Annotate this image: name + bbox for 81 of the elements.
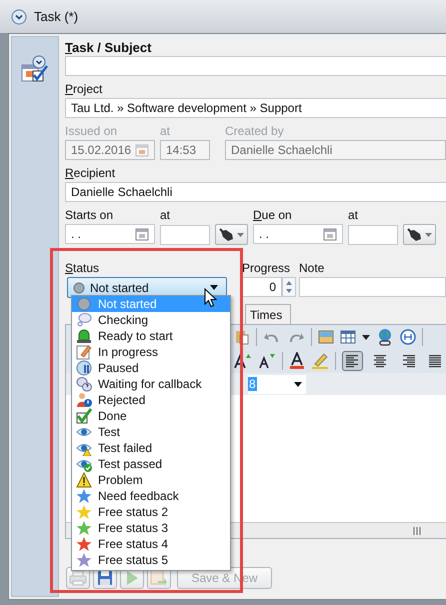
highlighter-icon[interactable]: [310, 352, 329, 370]
caret-icon: [210, 285, 218, 290]
field-label: Starts on: [65, 208, 114, 223]
spin-button[interactable]: [282, 277, 296, 297]
image-icon[interactable]: [318, 329, 334, 345]
circle-icon: [73, 282, 85, 294]
caret-icon: [294, 382, 302, 386]
shrink-font-icon[interactable]: [258, 353, 276, 369]
status-option[interactable]: Need feedback: [72, 488, 230, 504]
person-icon: [76, 392, 92, 408]
pause-icon: [76, 360, 92, 376]
subject-field[interactable]: [65, 56, 446, 76]
field-label: Issued on: [65, 124, 118, 139]
grow-font-icon[interactable]: [234, 353, 252, 369]
project-field[interactable]: Tau Ltd. » Software development » Support: [65, 98, 446, 118]
align-icon: [372, 354, 388, 368]
field-label: Due on: [253, 208, 293, 223]
warning-icon: [76, 472, 92, 488]
status-option[interactable]: Problem: [72, 472, 230, 488]
caret-icon: [425, 232, 432, 236]
status-option[interactable]: Free status 5: [72, 552, 230, 568]
printer-icon: [69, 570, 87, 586]
align-icon: [400, 354, 416, 368]
recipient-field[interactable]: Danielle Schaelchli: [65, 182, 446, 202]
caret-icon[interactable]: [362, 334, 370, 340]
field-label: at: [160, 124, 172, 139]
status-option[interactable]: Test failed: [72, 440, 230, 456]
speech-bubble-icon: [76, 312, 92, 328]
pointer-dropdown-button[interactable]: [215, 224, 248, 245]
pointer-dropdown-button[interactable]: [403, 224, 436, 245]
date-field[interactable]: . .: [253, 224, 343, 244]
progress-field[interactable]: 0: [242, 277, 282, 297]
star-icon: [76, 552, 92, 568]
status-option[interactable]: Paused: [72, 360, 230, 376]
field-label: Note: [299, 261, 326, 276]
field-label: Task / Subject: [65, 40, 152, 55]
caret-icon: [237, 232, 244, 236]
app-icon[interactable]: [11, 8, 27, 24]
checkmark-icon: [76, 408, 92, 424]
date-field[interactable]: . .: [65, 224, 155, 244]
align-icon: [344, 354, 361, 368]
window-title: Task (*): [34, 9, 78, 24]
star-icon: [76, 520, 92, 536]
status-option[interactable]: Free status 2: [72, 504, 230, 520]
field-label: Progress: [242, 261, 292, 276]
calendar-icon[interactable]: [135, 227, 149, 241]
status-option[interactable]: Done: [72, 408, 230, 424]
question-bubble-icon: [76, 376, 92, 392]
lamp-icon: [76, 328, 92, 344]
table-icon[interactable]: [340, 329, 356, 345]
align-button[interactable]: [342, 351, 364, 371]
status-option[interactable]: In progress: [72, 344, 230, 360]
star-icon: [76, 504, 92, 520]
pencil-icon: [76, 344, 92, 360]
star-icon: [76, 536, 92, 552]
status-option[interactable]: Test: [72, 424, 230, 440]
anchor-circle-icon[interactable]: [400, 329, 416, 345]
status-option[interactable]: Ready to start: [72, 328, 230, 344]
field-label: at: [160, 208, 172, 223]
status-option[interactable]: Waiting for callback: [72, 376, 230, 392]
calendar-icon[interactable]: [323, 227, 337, 241]
tab[interactable]: Times: [245, 304, 291, 324]
field-label: Created by: [225, 124, 285, 139]
circle-icon: [76, 296, 92, 312]
status-option[interactable]: Free status 3: [72, 520, 230, 536]
globe-link-icon[interactable]: [376, 328, 394, 346]
field-label: Recipient: [65, 166, 116, 181]
note-field[interactable]: [299, 277, 446, 297]
paste-icon[interactable]: [234, 329, 250, 345]
field-label: Status: [65, 261, 100, 276]
status-option[interactable]: Free status 4: [72, 536, 230, 552]
time-field[interactable]: [348, 224, 398, 244]
field-label: Project: [65, 82, 104, 97]
field-label: at: [348, 208, 360, 223]
font-color-icon[interactable]: [288, 352, 305, 370]
grip-icon: [413, 526, 421, 534]
star-icon: [76, 488, 92, 504]
status-option[interactable]: Test passed: [72, 456, 230, 472]
status-option[interactable]: Rejected: [72, 392, 230, 408]
time-field[interactable]: [160, 224, 210, 244]
status-option[interactable]: Checking: [72, 312, 230, 328]
